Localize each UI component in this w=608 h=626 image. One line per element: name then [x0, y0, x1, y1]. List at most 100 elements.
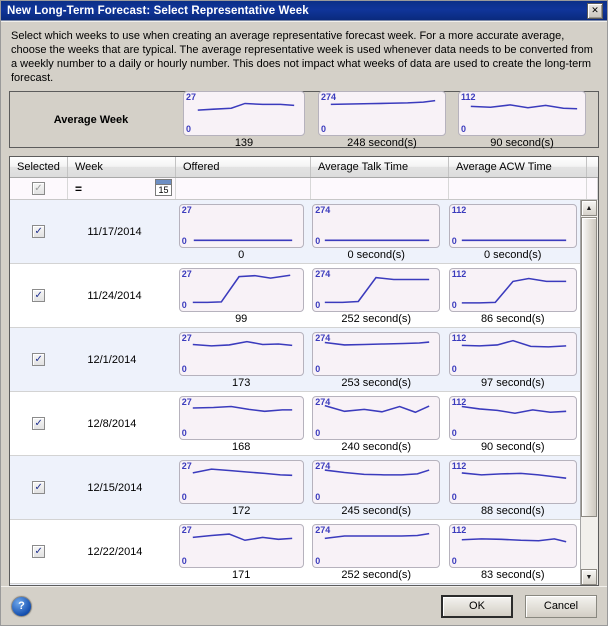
spark-max-label: 274: [315, 525, 331, 535]
spark-max-label: 274: [315, 269, 331, 279]
row-talk-time-cell: 274 0 0 second(s): [308, 200, 445, 263]
spark-max-label: 27: [181, 205, 192, 215]
spark-min-label: 0: [181, 364, 187, 374]
dialog-content: Select which weeks to use when creating …: [1, 21, 607, 625]
row-selected-cell[interactable]: ✓: [10, 264, 67, 327]
table-row[interactable]: ✓ 12/8/2014 27 0 168 274 0 240 second(s)…: [10, 392, 581, 456]
row-offered-cell: 27 0 168: [174, 392, 308, 455]
sparkline-chart: 112 0: [458, 90, 586, 136]
help-icon[interactable]: ?: [11, 595, 32, 617]
row-week-label: [67, 584, 174, 585]
row-selected-checkbox[interactable]: ✓: [32, 417, 46, 430]
spark-caption: 248 second(s): [347, 136, 417, 149]
spark-caption: 173: [232, 377, 251, 389]
row-selected-cell[interactable]: ✓: [10, 392, 67, 455]
sparkline-chart: 112 0: [448, 396, 577, 440]
spark-caption: 172: [232, 505, 251, 517]
spark-caption: 0: [238, 249, 245, 261]
filter-offered-cell[interactable]: [176, 178, 311, 199]
row-talk-time-cell: 274 0 252 second(s): [308, 264, 445, 327]
row-acw-time-cell: 112 0 88 second(s): [444, 456, 581, 519]
average-week-charts: 27 0 139 274 0 248 second(s) 112 0 90 se…: [176, 90, 598, 149]
spark-max-label: 274: [315, 205, 331, 215]
column-header-acw-time[interactable]: Average ACW Time: [449, 157, 587, 177]
column-header-offered[interactable]: Offered: [176, 157, 311, 177]
spark-caption: 240 second(s): [341, 441, 412, 453]
row-selected-cell[interactable]: ✓: [10, 328, 67, 391]
row-selected-cell[interactable]: ✓: [10, 200, 67, 263]
instructions-text: Select which weeks to use when creating …: [11, 30, 593, 84]
table-row[interactable]: ✓ 12/22/2014 27 0 171 274 0 252 second(s…: [10, 520, 581, 584]
row-selected-checkbox[interactable]: ✓: [32, 481, 46, 494]
table-row[interactable]: ✓ 11/24/2014 27 0 99 274 0 252 second(s)…: [10, 264, 581, 328]
spark-min-label: 0: [181, 300, 187, 310]
table-row[interactable]: ✓ 11/17/2014 27 0 0 274 0 0 second(s) 11…: [10, 200, 581, 264]
close-icon[interactable]: ✕: [587, 2, 603, 19]
calendar-icon[interactable]: 15: [155, 179, 172, 196]
row-selected-checkbox[interactable]: ✓: [32, 545, 46, 558]
filter-selected-cell[interactable]: ✓: [10, 178, 68, 199]
spark-min-label: 0: [181, 236, 187, 246]
scrollbar-thumb[interactable]: [581, 217, 597, 517]
filter-week-cell[interactable]: = 15: [68, 178, 176, 199]
spark-max-label: 27: [181, 525, 192, 535]
spark-min-label: 0: [461, 123, 467, 134]
row-selected-checkbox[interactable]: ✓: [32, 225, 46, 238]
spark-min-label: 0: [451, 300, 457, 310]
window-title: New Long-Term Forecast: Select Represent…: [7, 4, 309, 17]
sparkline-chart: 27 0: [178, 332, 304, 376]
average-week-acw-time: 112 0 90 second(s): [452, 90, 592, 149]
table-row[interactable]: 27 274 112: [10, 584, 581, 585]
row-talk-time-cell: 274: [308, 584, 445, 585]
row-acw-time-cell: 112 0 90 second(s): [444, 392, 581, 455]
grid-rows-viewport: ✓ 11/17/2014 27 0 0 274 0 0 second(s) 11…: [10, 200, 581, 585]
spark-min-label: 0: [181, 492, 187, 502]
spark-min-label: 0: [315, 428, 321, 438]
spark-min-label: 0: [315, 364, 321, 374]
column-header-selected[interactable]: Selected: [10, 157, 68, 177]
spark-max-label: 112: [451, 397, 467, 407]
row-offered-cell: 27 0 171: [174, 520, 308, 583]
filter-selected-checkbox[interactable]: ✓: [32, 182, 45, 195]
table-row[interactable]: ✓ 12/15/2014 27 0 172 274 0 245 second(s…: [10, 456, 581, 520]
sparkline-chart: 27 0: [178, 268, 304, 312]
spark-max-label: 112: [451, 461, 467, 471]
sparkline-chart: 274 0: [312, 332, 441, 376]
row-acw-time-cell: 112: [444, 584, 581, 585]
filter-operator[interactable]: =: [75, 182, 82, 196]
sparkline-chart: 274 0: [312, 524, 441, 568]
average-week-talk-time: 274 0 248 second(s): [312, 90, 452, 149]
spark-max-label: 27: [186, 91, 197, 102]
average-week-label: Average Week: [53, 113, 129, 126]
vertical-scrollbar[interactable]: ▲ ▼: [580, 200, 598, 585]
spark-min-label: 0: [315, 492, 321, 502]
cancel-button[interactable]: Cancel: [525, 594, 597, 618]
column-header-week[interactable]: Week: [68, 157, 176, 177]
sparkline-chart: 274 0: [312, 268, 441, 312]
spark-min-label: 0: [451, 236, 457, 246]
column-header-talk-time[interactable]: Average Talk Time: [311, 157, 449, 177]
sparkline-chart: 27 0: [178, 204, 304, 248]
row-selected-checkbox[interactable]: ✓: [32, 353, 46, 366]
sparkline-chart: 274 0: [312, 396, 441, 440]
row-selected-checkbox[interactable]: ✓: [32, 289, 46, 302]
sparkline-chart: 274 0: [312, 204, 441, 248]
sparkline-chart: 27 0: [178, 460, 304, 504]
scroll-up-button[interactable]: ▲: [581, 200, 597, 216]
filter-talk-time-cell[interactable]: [311, 178, 449, 199]
table-row[interactable]: ✓ 12/1/2014 27 0 173 274 0 253 second(s)…: [10, 328, 581, 392]
sparkline-chart: 112 0: [448, 460, 577, 504]
ok-button[interactable]: OK: [441, 594, 513, 618]
filter-acw-time-cell[interactable]: [449, 178, 587, 199]
spark-min-label: 0: [451, 492, 457, 502]
spark-min-label: 0: [181, 428, 187, 438]
row-selected-cell[interactable]: [10, 584, 67, 585]
scroll-down-button[interactable]: ▼: [581, 569, 597, 585]
row-week-label: 12/22/2014: [87, 545, 143, 558]
spark-caption: 88 second(s): [480, 505, 545, 517]
row-week-label: 11/24/2014: [87, 289, 142, 302]
row-selected-cell[interactable]: ✓: [10, 520, 67, 583]
sparkline-chart: 274 0: [318, 90, 446, 136]
row-selected-cell[interactable]: ✓: [10, 456, 67, 519]
spark-max-label: 274: [315, 333, 331, 343]
